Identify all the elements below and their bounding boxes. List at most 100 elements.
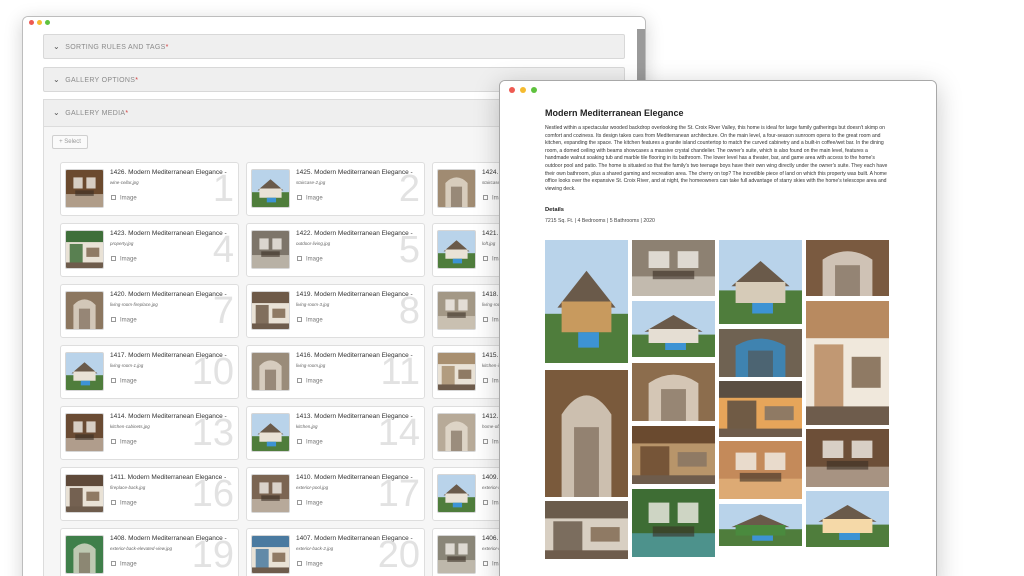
image-icon [297, 317, 302, 322]
image-icon [483, 561, 488, 566]
media-thumbnail[interactable] [251, 169, 290, 208]
media-filename: staircase-2.jpg [296, 180, 326, 185]
media-type-label: Image [306, 195, 323, 202]
media-filename: loft.jpg [482, 241, 496, 246]
media-card[interactable]: 1407. Modern Mediterranean Elegance - ex… [246, 528, 425, 576]
preview-window-titlebar [500, 81, 936, 99]
media-type: Image [111, 317, 137, 324]
media-thumbnail[interactable] [437, 474, 476, 513]
media-card[interactable]: 1413. Modern Mediterranean Elegance - ki… [246, 406, 425, 460]
media-type: Image [297, 256, 323, 263]
media-card[interactable]: 1408. Modern Mediterranean Elegance - ex… [60, 528, 239, 576]
media-card[interactable]: 1410. Modern Mediterranean Elegance - ex… [246, 467, 425, 521]
media-card[interactable]: 1416. Modern Mediterranean Elegance - li… [246, 345, 425, 399]
media-type-label: Image [120, 439, 137, 446]
media-card[interactable]: 1422. Modern Mediterranean Elegance - ou… [246, 223, 425, 277]
media-thumbnail[interactable] [251, 535, 290, 574]
media-thumbnail[interactable] [437, 352, 476, 391]
maximize-window-button[interactable] [531, 87, 537, 93]
media-order-number: 8 [398, 290, 420, 332]
gallery-photo[interactable] [632, 240, 715, 296]
media-filename: kitchen.jpg [296, 424, 318, 429]
gallery-photo[interactable] [545, 240, 628, 363]
close-window-button[interactable] [29, 20, 34, 25]
media-thumbnail[interactable] [437, 291, 476, 330]
media-order-number: 13 [191, 412, 234, 454]
select-button[interactable]: + Select [52, 135, 88, 149]
media-thumbnail[interactable] [65, 413, 104, 452]
media-type-label: Image [306, 439, 323, 446]
gallery-photo[interactable] [806, 429, 889, 487]
media-type-label: Image [306, 256, 323, 263]
media-thumbnail[interactable] [65, 535, 104, 574]
media-type-label: Image [120, 378, 137, 385]
media-thumbnail[interactable] [65, 169, 104, 208]
required-marker: * [125, 110, 129, 117]
media-card[interactable]: 1420. Modern Mediterranean Elegance - li… [60, 284, 239, 338]
media-thumbnail[interactable] [437, 535, 476, 574]
image-icon [111, 256, 116, 261]
media-card[interactable]: 1417. Modern Mediterranean Elegance - li… [60, 345, 239, 399]
media-card[interactable]: 1411. Modern Mediterranean Elegance - fi… [60, 467, 239, 521]
image-icon [297, 195, 302, 200]
media-type: Image [297, 500, 323, 507]
gallery-photo[interactable] [719, 441, 802, 499]
gallery-photo[interactable] [632, 426, 715, 484]
media-type-label: Image [306, 500, 323, 507]
gallery-photo[interactable] [545, 501, 628, 559]
required-marker: * [165, 44, 169, 51]
media-thumbnail[interactable] [65, 291, 104, 330]
sorting-rules-panel[interactable]: ⌄ SORTING RULES AND TAGS* [43, 34, 625, 59]
image-icon [111, 439, 116, 444]
media-filename: exterior-pool.jpg [296, 485, 329, 490]
media-thumbnail[interactable] [65, 230, 104, 269]
image-icon [111, 561, 116, 566]
chevron-down-icon: ⌄ [53, 75, 61, 84]
media-thumbnail[interactable] [251, 291, 290, 330]
media-thumbnail[interactable] [65, 352, 104, 391]
gallery-photo[interactable] [632, 301, 715, 357]
gallery-photo[interactable] [806, 301, 889, 425]
image-icon [483, 317, 488, 322]
gallery-photo[interactable] [719, 240, 802, 324]
gallery-photo[interactable] [632, 489, 715, 557]
minimize-window-button[interactable] [520, 87, 526, 93]
media-thumbnail[interactable] [65, 474, 104, 513]
media-thumbnail[interactable] [251, 352, 290, 391]
gallery-photo[interactable] [632, 363, 715, 421]
media-card[interactable]: 1425. Modern Mediterranean Elegance - st… [246, 162, 425, 216]
media-thumbnail[interactable] [437, 413, 476, 452]
gallery-photo[interactable] [545, 370, 628, 497]
media-card[interactable]: 1419. Modern Mediterranean Elegance - li… [246, 284, 425, 338]
property-title: Modern Mediterranean Elegance [545, 108, 684, 118]
media-thumbnail[interactable] [437, 169, 476, 208]
media-order-number: 5 [398, 229, 420, 271]
image-icon [111, 500, 116, 505]
minimize-window-button[interactable] [37, 20, 42, 25]
media-thumbnail[interactable] [251, 230, 290, 269]
image-icon [483, 195, 488, 200]
media-card[interactable]: 1426. Modern Mediterranean Elegance - wi… [60, 162, 239, 216]
gallery-photo[interactable] [719, 504, 802, 546]
preview-window: Modern Mediterranean Elegance Nestled wi… [499, 80, 937, 576]
media-type: Image [111, 256, 137, 263]
media-thumbnail[interactable] [251, 474, 290, 513]
media-thumbnail[interactable] [437, 230, 476, 269]
media-thumbnail[interactable] [251, 413, 290, 452]
maximize-window-button[interactable] [45, 20, 50, 25]
gallery-photo[interactable] [806, 240, 889, 296]
gallery-photo[interactable] [719, 381, 802, 437]
media-type: Image [297, 439, 323, 446]
media-type-label: Image [306, 317, 323, 324]
media-type: Image [111, 500, 137, 507]
property-details: 7215 Sq. Ft. | 4 Bedrooms | 5 Bathrooms … [545, 218, 655, 224]
image-icon [297, 561, 302, 566]
media-filename: living-room.jpg [296, 363, 326, 368]
chevron-down-icon: ⌄ [53, 108, 61, 117]
gallery-photo[interactable] [806, 491, 889, 547]
media-card[interactable]: 1414. Modern Mediterranean Elegance - ki… [60, 406, 239, 460]
close-window-button[interactable] [509, 87, 515, 93]
media-filename: kitchen-cabinets.jpg [110, 424, 150, 429]
gallery-photo[interactable] [719, 329, 802, 377]
media-card[interactable]: 1423. Modern Mediterranean Elegance - pr… [60, 223, 239, 277]
